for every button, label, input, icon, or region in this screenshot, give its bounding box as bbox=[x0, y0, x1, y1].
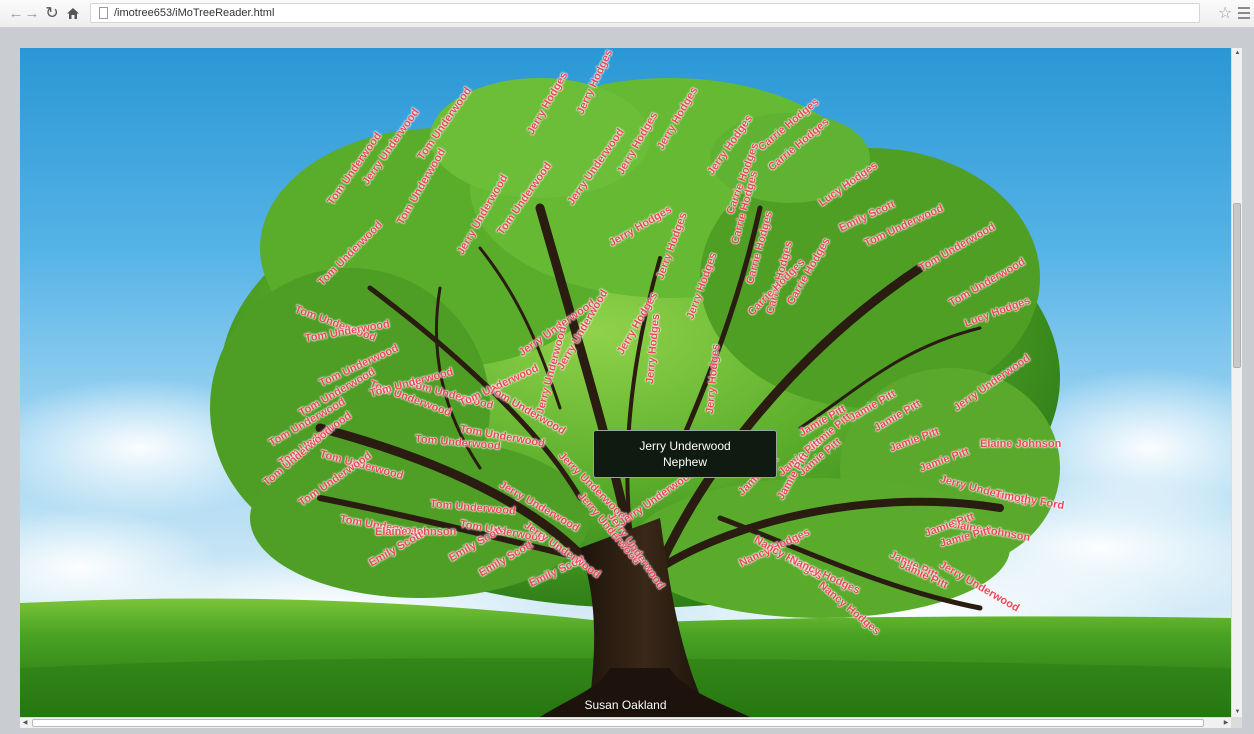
vertical-scroll-thumb[interactable] bbox=[1233, 203, 1241, 368]
tooltip-relation: Nephew bbox=[662, 455, 708, 469]
star-icon[interactable]: ☆ bbox=[1218, 3, 1232, 23]
home-icon[interactable] bbox=[63, 3, 83, 23]
horizontal-scroll-thumb[interactable] bbox=[32, 719, 1204, 727]
menu-icon[interactable] bbox=[1238, 4, 1250, 22]
page-viewport: Tom Underwood Jerry Underwood Tom Underwoo… bbox=[0, 28, 1254, 734]
reload-icon[interactable]: ↻ bbox=[42, 3, 62, 23]
address-bar[interactable]: /imotree653/iMoTreeReader.html bbox=[90, 3, 1200, 23]
tree-illustration bbox=[20, 78, 1231, 717]
scroll-down-arrow-icon[interactable]: ▼ bbox=[1233, 707, 1242, 717]
home-icon-glyph bbox=[67, 7, 79, 19]
root-person-name[interactable]: Susan Oakland bbox=[20, 698, 1231, 712]
vertical-scrollbar[interactable]: ▲ ▼ bbox=[1231, 48, 1242, 717]
member-tooltip: Jerry Underwood Nephew bbox=[593, 430, 777, 478]
family-member-label[interactable]: Elaine Johnson bbox=[980, 438, 1061, 450]
page-icon bbox=[99, 7, 108, 19]
tree-canvas[interactable]: Tom Underwood Jerry Underwood Tom Underwoo… bbox=[20, 48, 1231, 717]
scrollbar-corner bbox=[1231, 717, 1242, 728]
tooltip-name: Jerry Underwood bbox=[639, 439, 731, 453]
forward-arrow-icon[interactable]: → bbox=[22, 3, 42, 23]
scroll-right-arrow-icon[interactable]: ▶ bbox=[1221, 718, 1231, 728]
browser-toolbar: ← → ↻ /imotree653/iMoTreeReader.html ☆ bbox=[0, 0, 1254, 28]
scroll-left-arrow-icon[interactable]: ◀ bbox=[20, 718, 30, 728]
address-bar-url[interactable]: /imotree653/iMoTreeReader.html bbox=[114, 7, 274, 19]
horizontal-scrollbar[interactable]: ◀ ▶ bbox=[20, 717, 1231, 728]
scroll-up-arrow-icon[interactable]: ▲ bbox=[1233, 48, 1242, 58]
